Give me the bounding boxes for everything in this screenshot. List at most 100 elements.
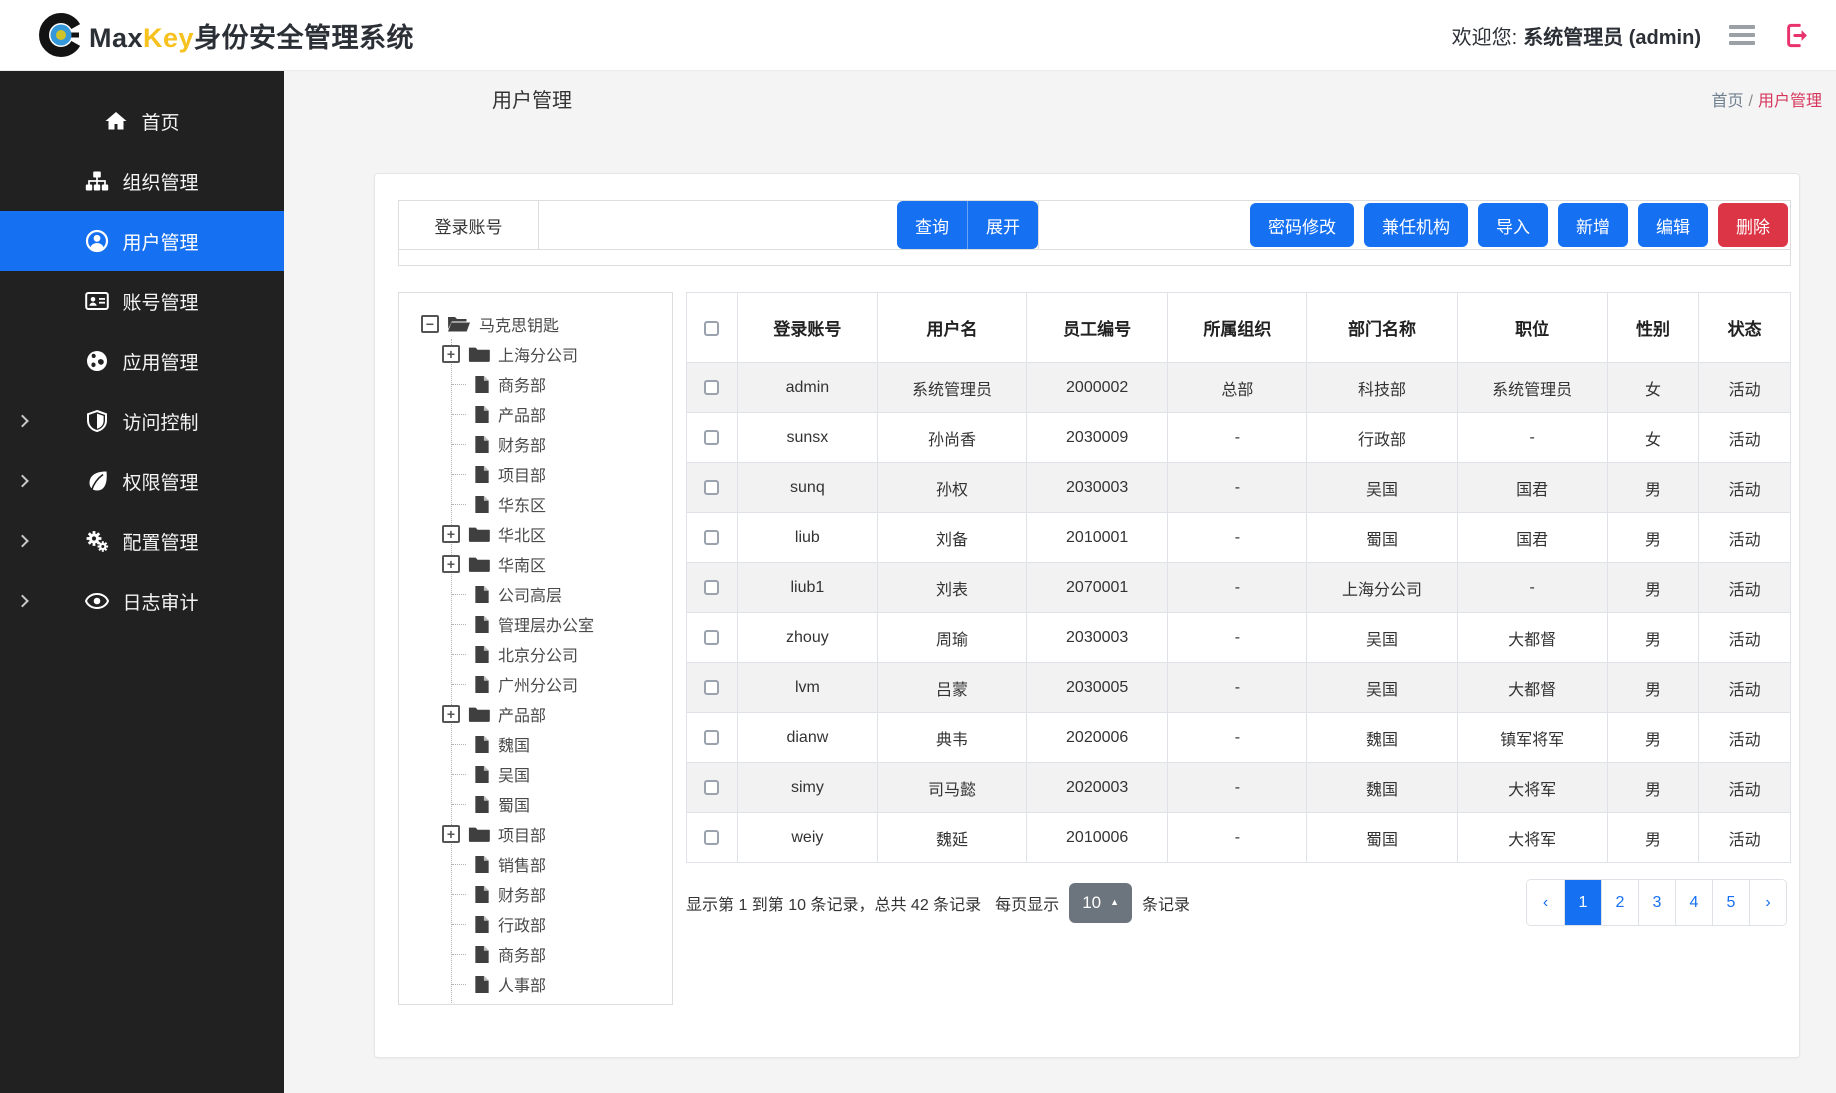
add-button[interactable]: 新增	[1558, 203, 1628, 247]
tree-node[interactable]: 项目部	[452, 819, 666, 849]
tree-root-node[interactable]: 马克思钥匙	[421, 309, 666, 339]
row-checkbox[interactable]	[704, 430, 719, 445]
sidebar-item-org[interactable]: 组织管理	[0, 151, 284, 211]
table-row[interactable]: admin 系统管理员 2000002 总部 科技部 系统管理员 女 活动	[687, 363, 1791, 413]
delete-button[interactable]: 删除	[1718, 203, 1788, 247]
row-checkbox[interactable]	[704, 580, 719, 595]
table-row[interactable]: sunsx 孙尚香 2030009 - 行政部 - 女 活动	[687, 413, 1791, 463]
tree-node[interactable]: 上海分公司	[452, 339, 666, 369]
tree-node[interactable]: 华北区	[452, 519, 666, 549]
breadcrumb-home-link[interactable]: 首页	[1712, 93, 1744, 110]
sidebar-item-home[interactable]: 首页	[0, 91, 284, 151]
tree-node-label[interactable]: 产品部	[498, 402, 552, 426]
expand-expander-icon[interactable]	[442, 825, 460, 843]
sign-out-icon[interactable]	[1783, 22, 1810, 49]
sidebar-item-access-control[interactable]: 访问控制	[0, 391, 284, 451]
sidebar-item-accounts[interactable]: 账号管理	[0, 271, 284, 331]
row-checkbox[interactable]	[704, 530, 719, 545]
page-button[interactable]: 5	[1712, 880, 1749, 925]
tree-node[interactable]: 公司高层	[452, 579, 666, 609]
tree-node[interactable]: 商务部	[452, 939, 666, 969]
tree-node[interactable]: 行政部	[452, 909, 666, 939]
tree-node-label[interactable]: 华南区	[498, 552, 552, 576]
table-row[interactable]: dianw 典韦 2020006 - 魏国 镇军将军 男 活动	[687, 713, 1791, 763]
tree-node[interactable]: 北京分公司	[452, 639, 666, 669]
tree-node[interactable]: 产品部	[452, 399, 666, 429]
row-checkbox[interactable]	[704, 680, 719, 695]
tree-node-label[interactable]: 人事部	[498, 972, 552, 996]
tree-node-label[interactable]: 上海分公司	[498, 342, 584, 366]
tree-node-label[interactable]: 商务部	[498, 372, 552, 396]
login-account-input[interactable]	[539, 201, 897, 249]
tree-node-label[interactable]: 北京分公司	[498, 642, 584, 666]
tree-node[interactable]: 人事部	[452, 969, 666, 999]
tree-node[interactable]: 分支机构	[452, 999, 666, 1005]
tree-node-label[interactable]: 公司高层	[498, 582, 568, 606]
sidebar-item-users[interactable]: 用户管理	[0, 211, 284, 271]
tree-node-label[interactable]: 蜀国	[498, 792, 536, 816]
tree-node[interactable]: 项目部	[452, 459, 666, 489]
expand-expander-icon[interactable]	[442, 525, 460, 543]
page-button[interactable]: 1	[1564, 880, 1601, 925]
table-row[interactable]: weiy 魏延 2010006 - 蜀国 大将军 男 活动	[687, 813, 1791, 863]
page-button[interactable]: 2	[1601, 880, 1638, 925]
tree-node-label[interactable]: 广州分公司	[498, 672, 584, 696]
tree-node[interactable]: 广州分公司	[452, 669, 666, 699]
tree-node-label[interactable]: 华北区	[498, 522, 552, 546]
tree-node-label[interactable]: 华东区	[498, 492, 552, 516]
import-button[interactable]: 导入	[1478, 203, 1548, 247]
sidebar-item-audit[interactable]: 日志审计	[0, 571, 284, 631]
tree-node-label[interactable]: 财务部	[498, 882, 552, 906]
tree-node[interactable]: 财务部	[452, 879, 666, 909]
expand-expander-icon[interactable]	[442, 705, 460, 723]
table-row[interactable]: zhouy 周瑜 2030003 - 吴国 大都督 男 活动	[687, 613, 1791, 663]
tree-node-label[interactable]: 销售部	[498, 852, 552, 876]
tree-node-label[interactable]: 吴国	[498, 762, 536, 786]
expand-expander-icon[interactable]	[442, 555, 460, 573]
table-row[interactable]: liub1 刘表 2070001 - 上海分公司 - 男 活动	[687, 563, 1791, 613]
expand-button[interactable]: 展开	[967, 201, 1038, 249]
sidebar-item-config[interactable]: 配置管理	[0, 511, 284, 571]
tree-node-label[interactable]: 马克思钥匙	[479, 312, 565, 336]
tree-node[interactable]: 华南区	[452, 549, 666, 579]
page-size-dropdown[interactable]: 10	[1069, 883, 1132, 923]
tree-node[interactable]: 华东区	[452, 489, 666, 519]
tree-node[interactable]: 产品部	[452, 699, 666, 729]
table-row[interactable]: liub 刘备 2010001 - 蜀国 国君 男 活动	[687, 513, 1791, 563]
row-checkbox[interactable]	[704, 780, 719, 795]
edit-button[interactable]: 编辑	[1638, 203, 1708, 247]
page-button[interactable]: 3	[1638, 880, 1675, 925]
row-checkbox[interactable]	[704, 630, 719, 645]
collapse-expander-icon[interactable]	[421, 315, 439, 333]
row-checkbox[interactable]	[704, 480, 719, 495]
tree-node[interactable]: 管理层办公室	[452, 609, 666, 639]
tree-node[interactable]: 蜀国	[452, 789, 666, 819]
tree-node-label[interactable]: 财务部	[498, 432, 552, 456]
page-button[interactable]: ‹	[1527, 880, 1564, 925]
row-checkbox[interactable]	[704, 380, 719, 395]
tree-node-label[interactable]: 产品部	[498, 702, 552, 726]
brand-logo[interactable]: MaxKey身份安全管理系统	[38, 12, 414, 58]
row-checkbox[interactable]	[704, 830, 719, 845]
tree-node-label[interactable]: 管理层办公室	[498, 612, 600, 636]
tree-node-label[interactable]: 商务部	[498, 942, 552, 966]
query-button[interactable]: 查询	[897, 201, 967, 249]
tree-node[interactable]: 销售部	[452, 849, 666, 879]
page-button[interactable]: 4	[1675, 880, 1712, 925]
select-all-checkbox[interactable]	[704, 321, 719, 336]
row-checkbox[interactable]	[704, 730, 719, 745]
bars-icon[interactable]	[1727, 21, 1757, 49]
table-row[interactable]: sunq 孙权 2030003 - 吴国 国君 男 活动	[687, 463, 1791, 513]
tree-node[interactable]: 魏国	[452, 729, 666, 759]
table-row[interactable]: lvm 吕蒙 2030005 - 吴国 大都督 男 活动	[687, 663, 1791, 713]
page-button[interactable]: ›	[1749, 880, 1786, 925]
tree-node-label[interactable]: 分支机构	[498, 1002, 568, 1005]
sidebar-item-apps[interactable]: 应用管理	[0, 331, 284, 391]
expand-expander-icon[interactable]	[442, 345, 460, 363]
tree-node[interactable]: 商务部	[452, 369, 666, 399]
table-row[interactable]: simy 司马懿 2020003 - 魏国 大将军 男 活动	[687, 763, 1791, 813]
sidebar-item-permissions[interactable]: 权限管理	[0, 451, 284, 511]
tree-node-label[interactable]: 项目部	[498, 462, 552, 486]
change-password-button[interactable]: 密码修改	[1250, 203, 1354, 247]
tree-node[interactable]: 财务部	[452, 429, 666, 459]
